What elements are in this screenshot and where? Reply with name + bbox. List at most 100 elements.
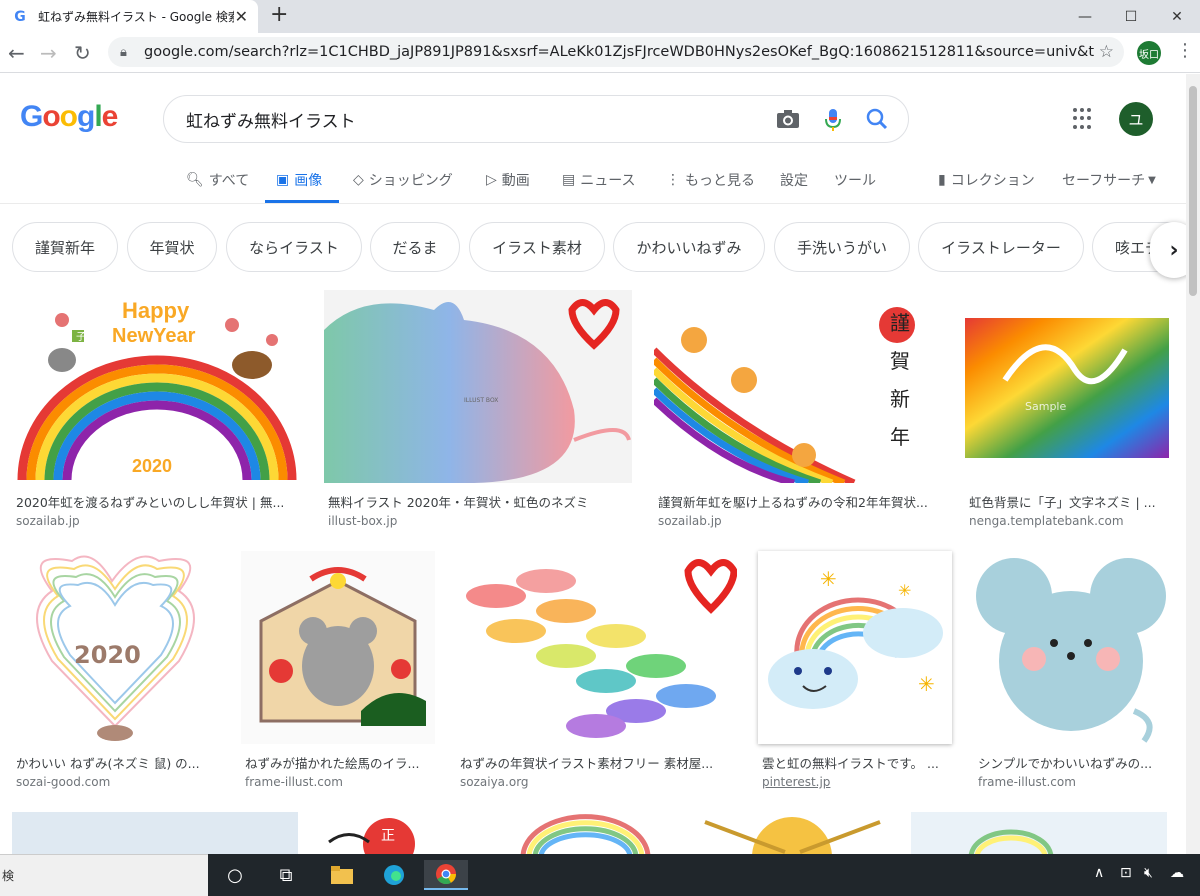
account-avatar[interactable]: ユ [1119, 102, 1153, 136]
tab-title: 虹ねずみ無料イラスト - Google 検索 [38, 10, 234, 24]
maximize-button[interactable]: ☐ [1108, 0, 1154, 33]
file-explorer-icon[interactable] [320, 860, 364, 890]
search-input[interactable] [186, 109, 746, 129]
active-tab-underline [265, 200, 339, 203]
tab-images[interactable]: ▣ 画像 [276, 170, 322, 190]
result-caption[interactable]: 虹色背景に「子」文字ネズミ | ... [969, 492, 1169, 511]
chip[interactable]: 年賀状 [127, 222, 217, 272]
result-thumbnail[interactable] [241, 551, 435, 744]
result-source[interactable]: sozaiya.org [460, 775, 529, 789]
result-source[interactable]: sozailab.jp [658, 514, 722, 528]
chip[interactable]: イラストレーター [918, 222, 1084, 272]
collection-link[interactable]: ▮ コレクション [938, 170, 1035, 190]
tab-videos[interactable]: ▷ 動画 [486, 170, 530, 190]
result-thumbnail[interactable]: 正 [319, 812, 475, 854]
result-thumbnail[interactable] [12, 812, 298, 854]
tab-close-icon[interactable]: ✕ [235, 7, 248, 26]
tab-label: すべて [208, 173, 250, 189]
result-thumbnail[interactable] [695, 812, 890, 854]
safesearch-dropdown[interactable]: セーフサーチ ▼ [1062, 170, 1156, 190]
image-text: 謹 [890, 311, 910, 335]
result-thumbnail[interactable]: 2020 [12, 551, 219, 744]
tools-link[interactable]: ツール [834, 170, 876, 190]
tab-all[interactable]: 🔍︎ すべて [186, 170, 249, 190]
tab-label: もっと見る [685, 173, 755, 189]
chip[interactable]: ならイラスト [226, 222, 362, 272]
edge-browser-icon[interactable] [372, 860, 416, 890]
browser-menu-icon[interactable]: ⋮ [1176, 40, 1194, 61]
microphone-icon[interactable] [824, 108, 842, 137]
result-caption[interactable]: 雲と虹の無料イラストです。 ... [762, 753, 952, 772]
result-caption[interactable]: かわいい ねずみ(ネズミ 鼠) の... [16, 753, 216, 772]
taskbar-search[interactable]: 検 [0, 854, 208, 896]
forward-arrow-icon[interactable]: → [40, 41, 57, 65]
network-icon[interactable]: ⊡ [1120, 865, 1132, 881]
chip[interactable]: だるま [370, 222, 460, 272]
chip[interactable]: かわいいねずみ [613, 222, 765, 272]
chrome-browser-icon[interactable] [424, 860, 468, 890]
address-bar[interactable]: 🔒︎ google.com/search?rlz=1C1CHBD_jaJP891… [108, 37, 1124, 67]
logo-letter: o [42, 100, 60, 133]
google-logo[interactable]: Google [20, 100, 118, 134]
page-scrollbar[interactable] [1186, 74, 1200, 854]
cortana-circle-icon[interactable]: ○ [213, 860, 257, 890]
minimize-button[interactable]: — [1062, 0, 1108, 33]
taskbar-search-label: 検 [2, 869, 15, 883]
caret-down-icon: ▼ [1148, 174, 1156, 186]
result-caption[interactable]: 謹賀新年虹を駆け上るねずみの令和2年年賀状... [658, 492, 942, 511]
window-close-button[interactable]: ✕ [1154, 0, 1200, 33]
image-text: 年 [890, 425, 910, 449]
chip[interactable]: 手洗いうがい [774, 222, 910, 272]
image-text: Sample [1025, 400, 1066, 413]
result-thumbnail[interactable] [974, 551, 1168, 744]
back-arrow-icon[interactable]: ← [8, 41, 25, 65]
speaker-muted-icon[interactable]: 🔇︎ [1144, 865, 1153, 881]
result-thumbnail[interactable] [456, 551, 737, 744]
settings-link[interactable]: 設定 [780, 170, 808, 190]
result-thumbnail[interactable]: ILLUST BOX [324, 290, 632, 483]
result-caption[interactable]: シンプルでかわいいねずみの... [978, 753, 1168, 772]
browser-tab-strip: G 虹ねずみ無料イラスト - Google 検索 ✕ + — ☐ ✕ [0, 0, 1200, 33]
result-caption[interactable]: 無料イラスト 2020年・年賀状・虹色のネズミ [328, 492, 628, 511]
tab-more[interactable]: ⋮ もっと見る [666, 170, 755, 190]
tab-news[interactable]: ▤ ニュース [562, 170, 636, 190]
result-source[interactable]: nenga.templatebank.com [969, 514, 1124, 528]
sparkle-icon: ✳ [820, 567, 837, 591]
result-source[interactable]: frame-illust.com [245, 775, 343, 789]
profile-avatar[interactable]: 坂口 [1137, 41, 1161, 65]
camera-icon[interactable] [776, 108, 800, 135]
tray-chevron-up-icon[interactable]: ∧ [1094, 865, 1104, 881]
result-thumbnail[interactable]: ✳ ✳ ✳ [758, 551, 952, 744]
result-thumbnail[interactable] [911, 812, 1167, 854]
image-text: Happy [122, 298, 190, 323]
task-view-icon[interactable]: ⧉ [264, 860, 308, 890]
result-thumbnail[interactable] [498, 812, 672, 854]
url-text[interactable]: google.com/search?rlz=1C1CHBD_jaJP891JP8… [144, 44, 1094, 60]
result-thumbnail[interactable]: Sample [965, 290, 1169, 483]
google-apps-icon[interactable] [1073, 108, 1095, 130]
result-thumbnail[interactable]: 子 Happy NewYear 2020 [12, 290, 302, 483]
onedrive-cloud-icon[interactable]: ☁ [1170, 865, 1184, 881]
search-icon[interactable] [866, 108, 888, 135]
reload-icon[interactable]: ↻ [74, 41, 91, 65]
tag-icon: ◇ [353, 172, 364, 188]
tab-shopping[interactable]: ◇ ショッピング [353, 170, 453, 190]
result-source[interactable]: pinterest.jp [762, 775, 830, 789]
result-source[interactable]: frame-illust.com [978, 775, 1076, 789]
result-caption[interactable]: ねずみの年賀状イラスト素材フリー 素材屋... [460, 753, 736, 772]
result-source[interactable]: sozailab.jp [16, 514, 80, 528]
browser-tab[interactable]: G 虹ねずみ無料イラスト - Google 検索 ✕ [0, 0, 258, 33]
result-thumbnail[interactable]: 謹 賀 新 年 [654, 290, 944, 483]
browser-toolbar: ← → ↻ 🔒︎ google.com/search?rlz=1C1CHBD_j… [0, 33, 1200, 73]
new-tab-button[interactable]: + [270, 2, 288, 27]
result-caption[interactable]: ねずみが描かれた絵馬のイラ... [245, 753, 435, 772]
bookmark-icon: ▮ [938, 172, 946, 188]
chip[interactable]: イラスト素材 [469, 222, 605, 272]
result-source[interactable]: illust-box.jp [328, 514, 397, 528]
result-caption[interactable]: 2020年虹を渡るねずみといのしし年賀状 | 無... [16, 492, 300, 511]
scrollbar-thumb[interactable] [1189, 86, 1197, 296]
bookmark-star-icon[interactable]: ☆ [1099, 42, 1114, 62]
result-source[interactable]: sozai-good.com [16, 775, 110, 789]
logo-letter: G [20, 100, 43, 133]
chip[interactable]: 謹賀新年 [12, 222, 118, 272]
